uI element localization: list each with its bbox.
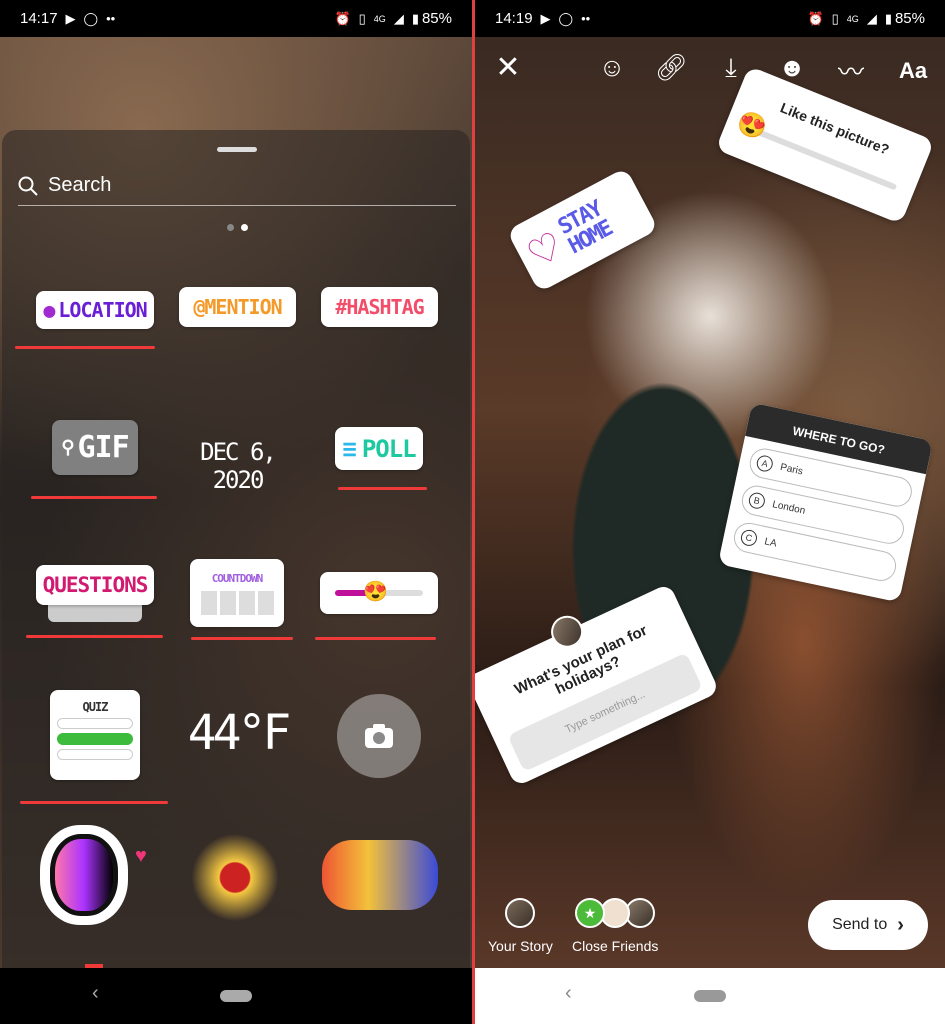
status-time: 14:17: [20, 10, 58, 27]
search-input[interactable]: Search: [18, 166, 456, 206]
whatsapp-icon: ◯: [83, 10, 99, 26]
date-sticker[interactable]: DEC 6, 2020: [170, 438, 305, 494]
face-effects-icon[interactable]: ☺: [594, 52, 630, 83]
draw-icon[interactable]: 〰: [833, 52, 869, 89]
annotation-underline: [15, 346, 155, 349]
option-label: Paris: [779, 461, 804, 477]
quiz-option: [57, 718, 133, 729]
back-icon[interactable]: ‹: [565, 982, 572, 1005]
text-tool-button[interactable]: Aa: [893, 58, 933, 84]
location-label: LOCATION: [58, 298, 147, 322]
option-label: LA: [763, 535, 778, 550]
annotation-underline: [315, 637, 436, 640]
battery-icon: ▮: [884, 10, 892, 26]
option-letter: A: [755, 454, 775, 474]
drag-handle[interactable]: [217, 147, 257, 152]
your-story-avatar[interactable]: [505, 898, 535, 928]
alarm-icon: ⏰: [334, 10, 351, 26]
hashtag-sticker[interactable]: #HASHTAG: [321, 287, 438, 327]
vibrate-icon: ▯: [358, 10, 366, 26]
poll-label: POLL: [361, 434, 417, 463]
signal-icon: ◢: [866, 10, 877, 26]
more-notifications-icon: ••: [581, 11, 591, 26]
close-icon[interactable]: ✕: [490, 50, 526, 85]
link-icon[interactable]: 🔗︎: [653, 52, 689, 83]
network-type: 4G: [846, 13, 859, 24]
hearts-icon: ♥: [135, 845, 147, 867]
search-placeholder: Search: [48, 174, 112, 196]
signal-icon: ◢: [393, 10, 404, 26]
location-sticker[interactable]: ● LOCATION: [36, 291, 154, 329]
back-icon[interactable]: ‹: [92, 982, 99, 1005]
location-pin-icon: ●: [43, 298, 55, 322]
page-dot-2-active[interactable]: [241, 224, 248, 231]
right-phone-screen: 14:19 ▶ ◯ •• ⏰ ▯ 4G ◢ ▮ 85% ✕ ☺ 🔗︎ ⤓ ☻ 〰…: [475, 0, 945, 1024]
home-pill[interactable]: [220, 990, 252, 1002]
network-type: 4G: [373, 13, 386, 24]
more-notifications-icon: ••: [106, 11, 116, 26]
camera-icon: [365, 724, 393, 748]
option-letter: C: [739, 528, 759, 548]
gif-label: GIF: [77, 430, 130, 465]
poll-bars-icon: ≡: [342, 434, 356, 463]
questions-sticker[interactable]: QUESTIONS: [36, 565, 154, 605]
dancers-sticker[interactable]: [322, 840, 438, 910]
status-bar: 14:19 ▶ ◯ •• ⏰ ▯ 4G ◢ ▮ 85%: [475, 0, 945, 37]
option-label: London: [771, 498, 807, 517]
play-icon: ▶: [65, 10, 76, 26]
navigation-bar: ‹: [0, 968, 472, 1024]
battery-icon: ▮: [411, 10, 419, 26]
play-icon: ▶: [540, 10, 551, 26]
countdown-boxes: [200, 590, 274, 615]
heart-eyes-emoji: 😍: [363, 579, 388, 603]
quiz-option-correct: [57, 733, 133, 745]
send-to-button[interactable]: Send to ›: [808, 900, 928, 950]
quiz-option: [57, 749, 133, 760]
option-letter: B: [747, 491, 767, 511]
home-pill[interactable]: [694, 990, 726, 1002]
vibrate-icon: ▯: [831, 10, 839, 26]
search-icon: ⚲: [61, 437, 74, 458]
battery-level: 85%: [421, 10, 452, 27]
emoji-slider-sticker[interactable]: 😍: [320, 572, 438, 614]
gif-sticker[interactable]: ⚲ GIF: [52, 420, 138, 475]
battery-level: 85%: [894, 10, 925, 27]
shouting-mouth-sticker[interactable]: [40, 825, 128, 925]
page-dot-1[interactable]: [227, 224, 234, 231]
trumpet-player-sticker[interactable]: [185, 825, 285, 930]
annotation-underline: [26, 635, 163, 638]
status-bar: 14:17 ▶ ◯ •• ⏰ ▯ 4G ◢ ▮ 85%: [0, 0, 472, 37]
mention-sticker[interactable]: @MENTION: [179, 287, 296, 327]
annotation-underline: [338, 487, 427, 490]
close-friends-star-icon[interactable]: ★: [575, 898, 605, 928]
poll-sticker[interactable]: ≡ POLL: [335, 427, 423, 470]
quiz-label: QUIZ: [82, 700, 109, 714]
countdown-sticker[interactable]: COUNTDOWN: [190, 559, 284, 627]
hashtag-label: #HASHTAG: [335, 295, 424, 319]
whatsapp-icon: ◯: [558, 10, 574, 26]
questions-label: QUESTIONS: [42, 573, 149, 597]
slider-track: 😍: [335, 579, 423, 603]
your-story-label[interactable]: Your Story: [488, 938, 553, 954]
annotation-underline: [31, 496, 157, 499]
chevron-right-icon: ›: [897, 913, 904, 936]
camera-sticker-button[interactable]: [337, 694, 421, 778]
quiz-sticker[interactable]: QUIZ: [50, 690, 140, 780]
left-phone-screen: 14:17 ▶ ◯ •• ⏰ ▯ 4G ◢ ▮ 85% Search ● LOCA…: [0, 0, 472, 1024]
send-to-label: Send to: [832, 916, 888, 933]
navigation-bar: ‹: [475, 968, 945, 1024]
temperature-sticker[interactable]: 44°F: [175, 705, 300, 761]
annotation-underline: [20, 801, 168, 804]
status-time: 14:19: [495, 10, 533, 27]
mention-label: @MENTION: [193, 295, 282, 319]
countdown-label: COUNTDOWN: [211, 571, 264, 585]
alarm-icon: ⏰: [807, 10, 824, 26]
slider-emoji-handle[interactable]: 😍: [733, 107, 772, 145]
annotation-underline: [191, 637, 293, 640]
search-icon: [18, 176, 38, 196]
close-friends-label[interactable]: Close Friends: [572, 938, 658, 954]
